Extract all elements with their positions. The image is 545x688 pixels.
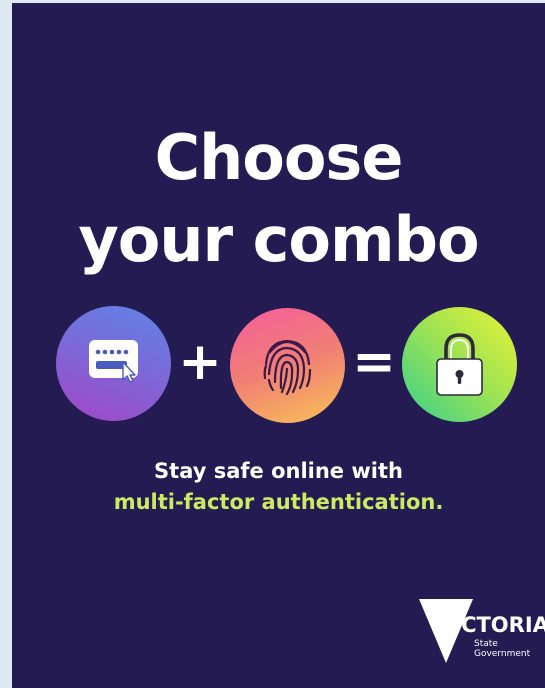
password-card-circle	[56, 306, 171, 421]
logo-subtitle-1: State	[474, 639, 498, 649]
logo-subtitle-2: Government	[474, 649, 531, 659]
plus-sign: +	[178, 332, 222, 392]
tagline-line-1: Stay safe online with	[154, 459, 403, 483]
logo-wordmark: VICTORIA	[437, 613, 545, 637]
mfa-poster: Choose your combo + = Stay safe online w…	[12, 3, 545, 688]
padlock-icon	[436, 333, 483, 396]
headline-line-2: your combo	[78, 203, 479, 276]
tagline-line-2: multi-factor authentication.	[113, 490, 444, 514]
fingerprint-circle	[230, 308, 345, 423]
padlock-circle	[402, 307, 517, 422]
headline-line-1: Choose	[154, 121, 404, 194]
fingerprint-icon	[263, 339, 312, 396]
equals-sign: =	[352, 332, 396, 392]
victoria-government-logo: VICTORIA State Government	[417, 597, 545, 667]
password-card-icon	[89, 340, 138, 383]
